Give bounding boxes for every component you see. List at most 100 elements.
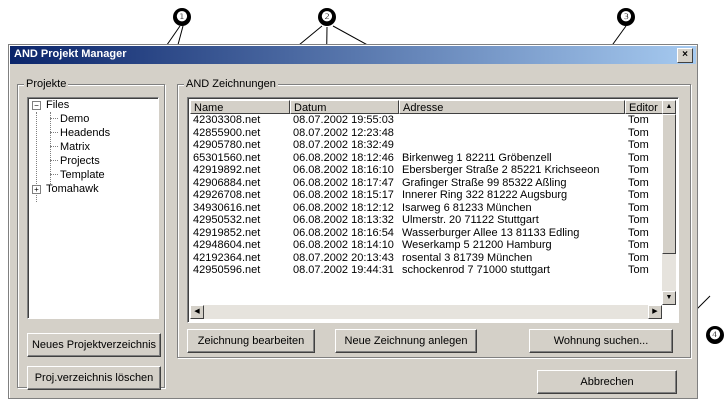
cell-name: 42919892.net: [193, 164, 261, 176]
table-row[interactable]: 42926708.net 06.08.2002 18:15:17 Innerer R…: [190, 189, 660, 201]
cell-address: Ebersberger Straße 2 85221 Krichseeon: [402, 164, 600, 176]
drawings-group-label: AND Zeichnungen: [184, 78, 278, 90]
cell-date: 08.07.2002 19:44:31: [293, 264, 394, 276]
callout-3: ❸: [617, 8, 635, 26]
table-row[interactable]: 42192364.net 08.07.2002 20:13:43 rosental …: [190, 252, 660, 264]
tomahawk-expander-icon[interactable]: +: [32, 185, 41, 194]
table-row[interactable]: 34930616.net 06.08.2002 18:12:12 Isarweg 6…: [190, 202, 660, 214]
table-row[interactable]: 42950596.net 08.07.2002 19:44:31 schockenr…: [190, 264, 660, 276]
dialog-window: AND Projekt Manager × Projekte − Files D…: [8, 44, 698, 399]
cell-date: 08.07.2002 19:55:03: [293, 114, 394, 126]
cell-editor: Tom: [628, 239, 649, 251]
cell-editor: Tom: [628, 151, 649, 164]
search-apartment-button[interactable]: Wohnung suchen...: [529, 329, 673, 353]
scroll-thumb[interactable]: [662, 114, 676, 254]
cell-date: 08.07.2002 18:32:49: [293, 139, 394, 151]
cell-name: 42950596.net: [193, 264, 261, 276]
delete-project-folder-button[interactable]: Proj.verzeichnis löschen: [27, 366, 161, 390]
callout-1: ❶: [173, 8, 191, 26]
cell-date: 06.08.2002 18:16:54: [293, 226, 394, 239]
cell-name: 65301560.net: [193, 151, 261, 164]
callout-2: ❷: [318, 8, 336, 26]
cell-date: 06.08.2002 18:14:10: [293, 239, 394, 251]
tree-item-files[interactable]: Files: [46, 99, 69, 111]
cell-address: Innerer Ring 322 81222 Augsburg: [402, 189, 568, 201]
cell-editor: Tom: [628, 139, 649, 151]
callout-4: ❹: [706, 326, 724, 344]
table-row[interactable]: 65301560.net 06.08.2002 18:12:46 Birkenweg…: [190, 152, 660, 164]
cell-editor: Tom: [628, 189, 649, 201]
cell-address: schockenrod 7 71000 stuttgart: [402, 264, 550, 276]
column-header-editor[interactable]: Editor: [625, 100, 665, 114]
scroll-left-icon[interactable]: ◀: [190, 305, 204, 319]
cell-address: Grafinger Straße 99 85322 Aßling: [402, 176, 567, 189]
column-header-date[interactable]: Datum: [290, 100, 399, 114]
cell-date: 06.08.2002 18:12:46: [293, 151, 394, 164]
cell-name: 42303308.net: [193, 114, 261, 126]
tree-item-matrix[interactable]: Matrix: [60, 141, 90, 153]
cell-date: 06.08.2002 18:17:47: [293, 176, 394, 189]
tree-item-projects[interactable]: Projects: [60, 155, 100, 167]
files-expander-icon[interactable]: −: [32, 101, 41, 110]
cell-editor: Tom: [628, 126, 649, 139]
close-button[interactable]: ×: [677, 48, 693, 63]
column-header-name[interactable]: Name: [190, 100, 290, 114]
scroll-right-icon[interactable]: ▶: [648, 305, 662, 319]
cell-editor: Tom: [628, 264, 649, 276]
tree-item-headends[interactable]: Headends: [60, 127, 110, 139]
cell-editor: Tom: [628, 251, 649, 264]
horizontal-scrollbar[interactable]: ◀ ▶: [190, 305, 662, 319]
cell-name: 42192364.net: [193, 251, 261, 264]
cell-date: 08.07.2002 12:23:48: [293, 126, 394, 139]
edit-drawing-button[interactable]: Zeichnung bearbeiten: [187, 329, 315, 353]
cell-address: Ulmerstr. 20 71122 Stuttgart: [402, 214, 539, 226]
table-row[interactable]: 42905780.net 08.07.2002 18:32:49 Tom: [190, 139, 660, 151]
cell-editor: Tom: [628, 114, 649, 126]
new-drawing-button[interactable]: Neue Zeichnung anlegen: [335, 329, 477, 353]
table-row[interactable]: 42919852.net 06.08.2002 18:16:54 Wasserbur…: [190, 227, 660, 239]
cell-name: 42855900.net: [193, 126, 261, 139]
cell-editor: Tom: [628, 164, 649, 176]
scroll-up-icon[interactable]: ▲: [662, 100, 676, 114]
cell-date: 08.07.2002 20:13:43: [293, 251, 394, 264]
project-tree[interactable]: − Files Demo Headends Matrix Projects Te…: [27, 97, 159, 319]
cell-editor: Tom: [628, 201, 649, 214]
table-row[interactable]: 42948604.net 06.08.2002 18:14:10 Weserkamp…: [190, 239, 660, 251]
new-project-folder-button[interactable]: Neues Projektverzeichnis: [27, 333, 161, 357]
cell-editor: Tom: [628, 214, 649, 226]
cell-address: Isarweg 6 81233 München: [402, 201, 532, 214]
table-row[interactable]: 42855900.net 08.07.2002 12:23:48 Tom: [190, 127, 660, 139]
tree-item-tomahawk[interactable]: Tomahawk: [46, 183, 99, 195]
cell-name: 42948604.net: [193, 239, 261, 251]
cell-address: Wasserburger Allee 13 81133 Edling: [402, 226, 580, 239]
drawings-list[interactable]: Name Datum Adresse Editor 42303308.net 08…: [187, 97, 679, 323]
cell-name: 42919852.net: [193, 226, 261, 239]
table-row[interactable]: 42303308.net 08.07.2002 19:55:03 Tom: [190, 114, 660, 126]
tree-item-template[interactable]: Template: [60, 169, 105, 181]
scroll-down-icon[interactable]: ▼: [662, 291, 676, 305]
cell-editor: Tom: [628, 226, 649, 239]
cell-address: Birkenweg 1 82211 Gröbenzell: [402, 151, 552, 164]
table-row[interactable]: 42906884.net 06.08.2002 18:17:47 Grafinger…: [190, 177, 660, 189]
cell-address: Weserkamp 5 21200 Hamburg: [402, 239, 552, 251]
table-row[interactable]: 42919892.net 06.08.2002 18:16:10 Ebersberg…: [190, 164, 660, 176]
table-row[interactable]: 42950532.net 06.08.2002 18:13:32 Ulmerstr.…: [190, 214, 660, 226]
cell-date: 06.08.2002 18:12:12: [293, 201, 394, 214]
tree-item-demo[interactable]: Demo: [60, 113, 89, 125]
window-title: AND Projekt Manager: [14, 48, 127, 60]
cell-name: 42926708.net: [193, 189, 261, 201]
column-header-address[interactable]: Adresse: [399, 100, 625, 114]
cancel-button[interactable]: Abbrechen: [537, 370, 677, 394]
cell-date: 06.08.2002 18:16:10: [293, 164, 394, 176]
cell-editor: Tom: [628, 176, 649, 189]
cell-date: 06.08.2002 18:15:17: [293, 189, 394, 201]
cell-name: 42906884.net: [193, 176, 261, 189]
cell-address: rosental 3 81739 München: [402, 251, 533, 264]
cell-date: 06.08.2002 18:13:32: [293, 214, 394, 226]
cell-name: 34930616.net: [193, 201, 261, 214]
vertical-scrollbar[interactable]: ▲ ▼: [662, 100, 676, 305]
cell-name: 42950532.net: [193, 214, 261, 226]
cell-name: 42905780.net: [193, 139, 261, 151]
title-bar: AND Projekt Manager ×: [10, 46, 696, 64]
projects-group-label: Projekte: [24, 78, 69, 90]
